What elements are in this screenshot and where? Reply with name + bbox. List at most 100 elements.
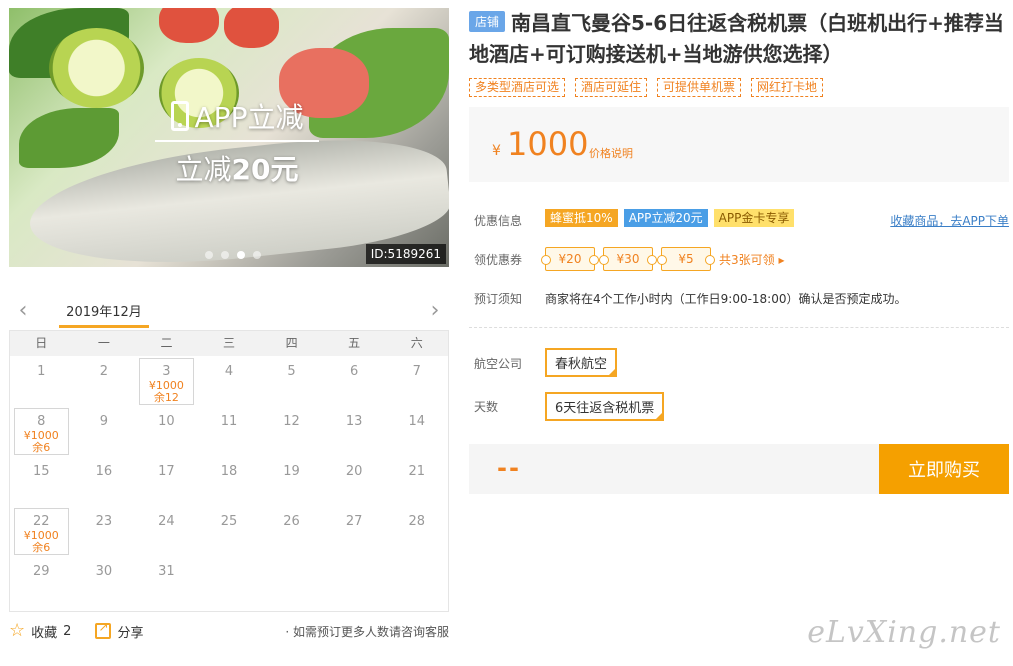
hero-tomato-shape bbox=[159, 8, 219, 43]
calendar-grid: 1 2 3 ¥1000 余12 4 5 6 7 8 ¥1000 余6 9 10 11 12 13 14 15 16 17… bbox=[10, 356, 448, 606]
calendar-day-number: 12 bbox=[283, 414, 300, 429]
hero-lime-shape bbox=[49, 28, 144, 108]
calendar-day-number: 15 bbox=[33, 464, 50, 479]
calendar-day: 17 bbox=[135, 456, 198, 506]
feature-tag: 酒店可延住 bbox=[575, 78, 648, 97]
coupon-ticket[interactable]: ¥30 bbox=[599, 247, 657, 271]
calendar-day: 25 bbox=[198, 506, 261, 556]
shop-tag: 店铺 bbox=[469, 11, 506, 32]
calendar-month-tab[interactable]: 2019年12月 bbox=[59, 301, 149, 320]
calendar-day: 21 bbox=[385, 456, 448, 506]
coupon-more-link[interactable]: 共3张可领 ▸ bbox=[719, 251, 784, 268]
calendar-month-underline bbox=[59, 325, 149, 328]
favorite-count: 2 bbox=[63, 623, 72, 639]
discount-info-label: 优惠信息 bbox=[474, 214, 523, 228]
share-button[interactable]: 分享 bbox=[95, 620, 144, 641]
feature-tag: 多类型酒店可选 bbox=[469, 78, 566, 97]
calendar-day-number: 28 bbox=[408, 514, 425, 529]
calendar-day-available[interactable]: 3 ¥1000 余12 bbox=[135, 356, 198, 406]
price-explanation-link[interactable]: 价格说明 bbox=[589, 145, 633, 161]
calendar-day-number: 18 bbox=[220, 464, 238, 479]
product-title-block: 店铺 南昌直飞曼谷5-6日往返含税机票（白班机出行+推荐当地酒店+可订购接送机+当… bbox=[469, 8, 1009, 70]
calendar-day-number: 5 bbox=[287, 364, 296, 379]
calendar-day: 10 bbox=[135, 406, 198, 456]
calendar-day-number: 1 bbox=[37, 364, 46, 379]
calendar-day: 6 bbox=[323, 356, 386, 406]
carousel-dot[interactable] bbox=[221, 251, 229, 259]
promo-discount: 立减20元 bbox=[175, 153, 299, 186]
discount-badge: APP立减20元 bbox=[623, 209, 708, 227]
calendar-day-number: 23 bbox=[95, 514, 113, 529]
consult-service-link[interactable]: · 如需预订更多人数请咨询客服 bbox=[285, 623, 449, 640]
total-price: -- bbox=[497, 454, 521, 482]
calendar-weekday-row: 日一二三四五六 bbox=[10, 331, 448, 356]
calendar-day: 18 bbox=[198, 456, 261, 506]
weekday-header: 三 bbox=[223, 336, 236, 350]
coupon-ticket[interactable]: ¥5 bbox=[657, 247, 715, 271]
calendar-day-number: 26 bbox=[283, 514, 300, 529]
product-hero-image[interactable]: APP立减 立减20元 ID:5189261 bbox=[9, 8, 449, 267]
calendar-day-stock: 余6 bbox=[32, 441, 51, 454]
weekday-header: 二 bbox=[160, 336, 173, 350]
airline-option-selected[interactable]: 春秋航空 bbox=[545, 348, 618, 377]
carousel-dots bbox=[205, 251, 261, 259]
site-watermark: eLvXing.net bbox=[807, 615, 1001, 650]
weekday-header: 六 bbox=[410, 336, 423, 350]
calendar-day-number: 17 bbox=[158, 464, 175, 479]
promo-app-text: APP立减 bbox=[194, 101, 304, 134]
calendar-day-number: 13 bbox=[345, 414, 363, 429]
calendar-day-available[interactable]: 22 ¥1000 余6 bbox=[10, 506, 73, 556]
calendar-prev-month-chevron-icon[interactable]: ‹ bbox=[13, 300, 33, 322]
weekday-header: 四 bbox=[285, 336, 298, 350]
buy-now-button[interactable]: 立即购买 bbox=[879, 444, 1009, 494]
calendar-day: 15 bbox=[10, 456, 73, 506]
coupon-ticket[interactable]: ¥20 bbox=[541, 247, 599, 271]
feature-tag: 网红打卡地 bbox=[751, 78, 824, 97]
calendar-day-number: 3 bbox=[162, 364, 171, 379]
discount-badge: APP金卡专享 bbox=[713, 209, 795, 227]
weekday-header: 日 bbox=[35, 336, 48, 350]
feature-tag: 可提供单机票 bbox=[657, 78, 742, 97]
calendar-day: 31 bbox=[135, 556, 198, 606]
coupon-label: 领优惠券 bbox=[474, 253, 523, 267]
calendar-day: 23 bbox=[73, 506, 136, 556]
calendar-day-number: 19 bbox=[283, 464, 300, 479]
weekday-header: 一 bbox=[97, 336, 110, 350]
calendar-day: 13 bbox=[323, 406, 386, 456]
date-calendar: 日一二三四五六 1 2 3 ¥1000 余12 4 5 6 7 8 ¥1000 余6 9 10 11 12 13… bbox=[9, 330, 449, 612]
carousel-dot[interactable] bbox=[237, 251, 245, 259]
section-divider bbox=[469, 327, 1009, 328]
calendar-day: 28 bbox=[385, 506, 448, 556]
share-icon bbox=[95, 620, 112, 639]
favorite-button[interactable]: ☆ 收藏 2 bbox=[9, 622, 71, 641]
calendar-day bbox=[385, 556, 448, 606]
price-panel: ¥ 1000 价格说明 bbox=[469, 107, 1009, 182]
booking-notice-text: 商家将在4个工作小时内（工作日9:00-18:00）确认是否预定成功。 bbox=[545, 292, 907, 306]
calendar-day-number: 11 bbox=[220, 414, 238, 429]
calendar-day bbox=[323, 556, 386, 606]
share-label: 分享 bbox=[117, 625, 144, 641]
carousel-dot[interactable] bbox=[205, 251, 213, 259]
calendar-day-number: 2 bbox=[99, 364, 108, 379]
days-label: 天数 bbox=[474, 400, 499, 414]
app-order-link[interactable]: 收藏商品，去APP下单 bbox=[890, 212, 1009, 229]
calendar-day-number: 31 bbox=[158, 564, 175, 579]
calendar-day-number: 30 bbox=[95, 564, 113, 579]
product-actions-bar: ☆ 收藏 2 分享 · 如需预订更多人数请咨询客服 bbox=[9, 620, 449, 642]
calendar-day: 11 bbox=[198, 406, 261, 456]
airline-label: 航空公司 bbox=[474, 357, 523, 371]
promo-divider bbox=[155, 140, 319, 142]
days-option-selected[interactable]: 6天往返含税机票 bbox=[545, 392, 665, 421]
calendar-day: 26 bbox=[260, 506, 323, 556]
calendar-next-month-chevron-icon[interactable]: › bbox=[425, 300, 445, 322]
favorite-label: 收藏 bbox=[31, 625, 58, 641]
calendar-day bbox=[260, 556, 323, 606]
carousel-dot[interactable] bbox=[253, 251, 261, 259]
calendar-day-available[interactable]: 8 ¥1000 余6 bbox=[10, 406, 73, 456]
calendar-day-number: 7 bbox=[412, 364, 421, 379]
calendar-day bbox=[198, 556, 261, 606]
calendar-day: 12 bbox=[260, 406, 323, 456]
calendar-day-number: 20 bbox=[345, 464, 363, 479]
hero-tomato-shape bbox=[224, 8, 279, 48]
discount-badge: 蜂蜜抵10% bbox=[545, 209, 618, 227]
